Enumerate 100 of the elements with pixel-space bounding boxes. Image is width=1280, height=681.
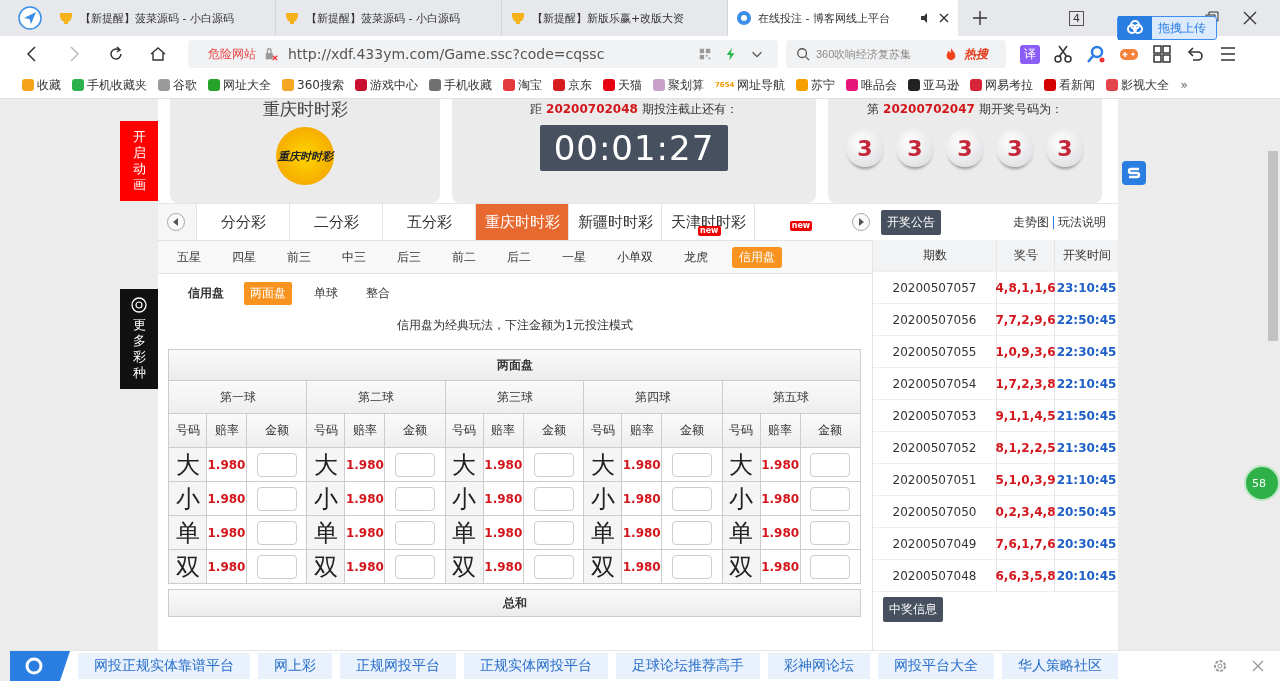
bookmark[interactable]: 看新闻 [1044, 76, 1096, 94]
promo-link[interactable]: 华人策略社区 [1002, 653, 1118, 679]
bookmark[interactable]: 收藏 [22, 76, 61, 94]
bookmark[interactable]: 天猫 [602, 76, 642, 94]
bookmark[interactable]: 唯品会 [846, 76, 898, 94]
amount-field[interactable] [395, 520, 436, 545]
play-tab[interactable]: 前三 [280, 246, 318, 268]
amount-field[interactable] [810, 486, 851, 511]
play-tab[interactable]: 龙虎 [677, 246, 715, 268]
scissors-icon[interactable] [1053, 44, 1073, 64]
apps-grid-icon[interactable] [1152, 44, 1172, 64]
play-tab[interactable]: 小单双 [610, 246, 660, 268]
close-icon[interactable] [938, 12, 950, 24]
undo-icon[interactable] [1185, 44, 1205, 64]
bookmark[interactable]: 京东 [552, 76, 592, 94]
address-field[interactable]: 危险网站 http://xdf.433ym.com/Game.ssc?code=cqssc [188, 40, 778, 68]
bookmark[interactable]: 手机收藏 [428, 76, 492, 94]
amount-field[interactable] [256, 452, 297, 477]
translate-button[interactable]: 译 [1020, 44, 1040, 64]
lottery-tab[interactable]: 天津时时彩 new [661, 204, 754, 240]
mode-tab[interactable]: 单球 [308, 282, 344, 305]
play-tab[interactable]: 前二 [445, 246, 483, 268]
tab-count[interactable]: 4 [1069, 10, 1084, 26]
amount-field[interactable] [671, 486, 712, 511]
amount-field[interactable] [395, 486, 436, 511]
browser-tab[interactable]: 在线投注 - 博客网线上平台 [728, 0, 958, 36]
scrollbar-thumb[interactable] [1268, 151, 1278, 341]
bookmark[interactable]: 网址大全 [208, 76, 271, 94]
column-header: 金额 [247, 414, 307, 448]
upload-button[interactable]: 拖拽上传 [1117, 16, 1217, 40]
play-tab[interactable]: 四星 [225, 246, 263, 268]
bookmark[interactable]: 苏宁 [796, 76, 836, 94]
search-input[interactable]: 360吹响经济复苏集 [816, 48, 938, 60]
search-logo-icon[interactable] [10, 651, 70, 681]
bookmark[interactable]: 聚划算 [652, 76, 704, 94]
amount-field[interactable] [256, 554, 297, 579]
table-cell: 小 [445, 482, 484, 516]
amount-field[interactable] [810, 520, 851, 545]
promo-link[interactable]: 正规网投平台 [340, 653, 456, 679]
promo-link[interactable]: 网投正规实体靠谱平台 [78, 653, 250, 679]
amount-field[interactable] [256, 486, 297, 511]
lottery-name: 重庆时时彩 [262, 99, 348, 119]
amount-field[interactable] [533, 520, 574, 545]
promo-link[interactable]: 彩神网论坛 [768, 653, 870, 679]
new-tab-icon[interactable] [972, 10, 988, 26]
trend-chart-link[interactable]: 走势图 [1013, 213, 1049, 231]
promo-link[interactable]: 正规实体网投平台 [464, 653, 608, 679]
bookmark[interactable]: 淘宝 [502, 76, 542, 94]
bookmark[interactable]: 网易考拉 [970, 76, 1034, 94]
rules-link[interactable]: 玩法说明 [1058, 213, 1106, 231]
bookmark[interactable]: 谷歌 [158, 76, 197, 94]
amount-field[interactable] [671, 554, 712, 579]
promo-link[interactable]: 足球论坛推荐高手 [616, 653, 760, 679]
lottery-tab[interactable]: 二分彩 [289, 204, 382, 240]
more-bookmarks-button[interactable]: » [1180, 78, 1188, 92]
table-cell-text: 23:10:45 [1055, 279, 1118, 297]
close-icon[interactable] [1242, 10, 1258, 26]
home-icon[interactable] [150, 46, 166, 62]
bookmark[interactable]: 360搜索 [282, 76, 344, 94]
key-icon[interactable] [1086, 44, 1106, 64]
menu-icon[interactable] [1218, 44, 1238, 64]
bookmark[interactable]: 游戏中心 [354, 76, 418, 94]
more-lotteries-button[interactable]: 更多彩种 [120, 289, 158, 389]
bookmark[interactable]: 影视大全 [1106, 76, 1170, 94]
amount-field[interactable] [810, 452, 851, 477]
ball-header: 第二球 [307, 381, 446, 414]
lottery-tab[interactable]: 五分彩 [382, 204, 475, 240]
hot-search-label: 热搜 [964, 45, 988, 63]
play-tab[interactable]: 一星 [555, 246, 593, 268]
amount-field[interactable] [671, 452, 712, 477]
play-tab[interactable]: 后三 [390, 246, 428, 268]
qr-code-icon[interactable] [698, 47, 712, 61]
search-bar[interactable]: 360吹响经济复苏集 热搜 [786, 40, 1006, 68]
scroll-right-icon[interactable] [851, 212, 871, 232]
amount-field[interactable] [671, 520, 712, 545]
amount-field[interactable] [533, 486, 574, 511]
win-info-button[interactable]: 中奖信息 [883, 597, 943, 622]
bookmark[interactable]: 手机收藏夹 [72, 76, 147, 94]
amount-field[interactable] [395, 452, 436, 477]
scroll-left-icon[interactable] [166, 212, 186, 232]
amount-field[interactable] [533, 452, 574, 477]
odds-cell: 1.980 [760, 550, 801, 584]
sync-icon[interactable] [1122, 161, 1146, 185]
amount-field[interactable] [810, 554, 851, 579]
amount-field[interactable] [395, 554, 436, 579]
promo-link[interactable]: 网投平台大全 [878, 653, 994, 679]
settings-icon[interactable] [1212, 658, 1228, 674]
amount-field[interactable] [533, 554, 574, 579]
amount-field[interactable] [256, 520, 297, 545]
mode-tab[interactable]: 整合 [360, 282, 396, 305]
reload-icon[interactable] [108, 46, 124, 62]
promo-link[interactable]: 网上彩 [258, 653, 332, 679]
draw-notice-button[interactable]: 开奖公告 [881, 209, 941, 235]
bookmark[interactable]: 亚马逊 [908, 76, 960, 94]
play-tab[interactable]: 后二 [500, 246, 538, 268]
lottery-tab[interactable]: 新疆时时彩 [568, 204, 661, 240]
lottery-tab[interactable]: 分分彩 [196, 204, 289, 240]
play-tab[interactable]: 中三 [335, 246, 373, 268]
play-tab[interactable]: 五星 [170, 246, 208, 268]
animation-toggle-button[interactable]: 开启动画 [120, 121, 158, 201]
